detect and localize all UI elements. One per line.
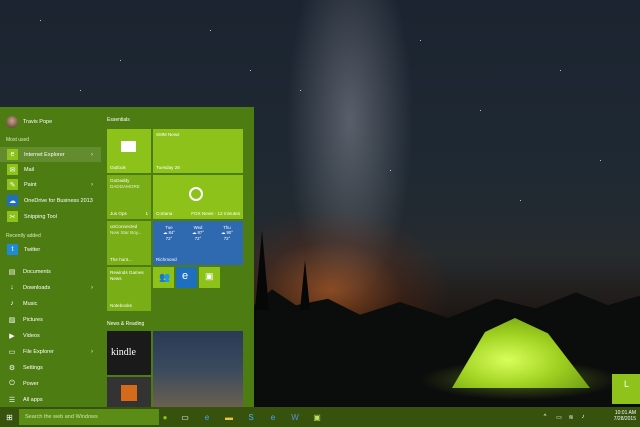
news-group-label: News & Reading xyxy=(107,321,145,327)
file-explorer-taskbar-icon[interactable]: ▬ xyxy=(222,407,236,427)
tile-cortana[interactable]: Cortana FOX News · 12 minutes xyxy=(153,175,243,219)
mountain-silhouette xyxy=(240,289,640,427)
chevron-right-icon[interactable]: › xyxy=(91,182,93,188)
tile-area: Essentials Outlook SMM News Tuesday 28 G… xyxy=(105,107,254,407)
app-snipping-tool[interactable]: ✂ Snipping Tool xyxy=(0,209,101,224)
avatar xyxy=(6,116,18,128)
tile-edge[interactable]: e xyxy=(176,267,197,288)
place-pictures[interactable]: ▨ Pictures xyxy=(0,312,101,327)
task-view-icon[interactable]: ▭ xyxy=(178,407,192,427)
people-icon: 👥 xyxy=(159,272,171,282)
pictures-icon: ▨ xyxy=(8,316,16,324)
tile-calendar[interactable]: SMM News Tuesday 28 xyxy=(153,129,243,173)
tile-reading-app[interactable] xyxy=(107,377,151,407)
mail-icon: ✉ xyxy=(7,164,18,175)
taskbar: ⊞ Search the web and Windows ● ▭ e ▬ S e… xyxy=(0,407,640,427)
chevron-right-icon[interactable]: › xyxy=(91,285,93,291)
word-icon[interactable]: W xyxy=(288,407,302,427)
most-used-label: Most used xyxy=(6,137,30,143)
place-file-explorer[interactable]: ▭ File Explorer › xyxy=(0,344,101,359)
tile-weather[interactable]: Tue ☁ 84° 72° Wed ☁ 87° 72° Thu ☁ 90° 72° Rich… xyxy=(153,221,243,265)
chevron-up-icon[interactable]: ^ xyxy=(540,407,550,427)
chevron-right-icon[interactable]: › xyxy=(91,349,93,355)
store-icon: ▣ xyxy=(205,271,214,281)
app-mail[interactable]: ✉ Mail xyxy=(0,162,101,177)
file-explorer-icon: ▭ xyxy=(8,348,16,356)
recently-added-label: Recently added xyxy=(6,233,41,239)
tile-kindle[interactable]: kindle xyxy=(107,331,151,375)
user-name: Travis Pope xyxy=(23,119,53,125)
videos-icon: ▶ xyxy=(9,332,15,340)
settings-icon: ⚙ xyxy=(8,364,16,372)
search-input[interactable]: Search the web and Windows xyxy=(19,409,159,425)
downloads-icon: ↓ xyxy=(10,284,14,291)
edge-taskbar-icon[interactable]: e xyxy=(200,407,214,427)
app-twitter[interactable]: t Twitter xyxy=(0,242,101,257)
store-taskbar-icon[interactable]: ▣ xyxy=(310,407,324,427)
skype-icon[interactable]: S xyxy=(244,407,258,427)
chevron-right-icon[interactable]: › xyxy=(91,152,93,158)
volume-icon[interactable]: ♪ xyxy=(578,407,588,427)
twitter-icon: t xyxy=(7,244,18,255)
system-clock[interactable]: 10:01 AM 7/28/2015 xyxy=(596,410,636,422)
mail-icon xyxy=(121,141,136,152)
music-icon: ♪ xyxy=(10,300,14,307)
tile-godaddy[interactable]: GoDaddy DADDAMORE Jus Ops 1 xyxy=(107,175,151,219)
app-onedrive-business[interactable]: ☁ OneDrive for Business 2013 xyxy=(0,193,101,208)
tile-store[interactable]: ▣ xyxy=(199,267,220,288)
tile-photos[interactable] xyxy=(153,331,243,407)
wifi-icon[interactable]: ≋ xyxy=(566,407,576,427)
ie-taskbar-icon[interactable]: e xyxy=(266,407,280,427)
internet-explorer-icon: e xyxy=(7,149,18,160)
place-downloads[interactable]: ↓ Downloads › xyxy=(0,280,101,295)
app-internet-explorer[interactable]: e Internet Explorer › xyxy=(0,147,101,162)
weather-day-thu: Thu ☁ 90° 72° xyxy=(221,225,233,241)
paint-icon: ✎ xyxy=(7,179,18,190)
tile-outlook[interactable]: Outlook xyxy=(107,129,151,173)
documents-icon: ▤ xyxy=(8,268,16,276)
start-left-column: Travis Pope Most used e Internet Explore… xyxy=(0,107,101,407)
essentials-group-label: Essentials xyxy=(107,117,130,123)
tile-unconnected[interactable]: unConnected New Star Boy... The hunt... xyxy=(107,221,151,265)
microphone-icon[interactable]: ● xyxy=(160,407,170,427)
notification-tile[interactable]: L xyxy=(612,374,640,404)
tile-games-news[interactable]: Rewinds Games News Notebooks xyxy=(107,267,151,311)
place-music[interactable]: ♪ Music xyxy=(0,296,101,311)
tile-people[interactable]: 👥 xyxy=(153,267,174,288)
weather-day-tue: Tue ☁ 84° 72° xyxy=(163,225,175,241)
windows-logo-icon[interactable]: ⊞ xyxy=(0,407,19,427)
place-videos[interactable]: ▶ Videos xyxy=(0,328,101,343)
onedrive-icon: ☁ xyxy=(7,195,18,206)
cortana-circle-icon xyxy=(189,187,203,201)
place-settings[interactable]: ⚙ Settings xyxy=(0,360,101,375)
start-menu: Travis Pope Most used e Internet Explore… xyxy=(0,107,254,407)
power-icon: ⏻ xyxy=(9,379,15,387)
app-paint[interactable]: ✎ Paint › xyxy=(0,177,101,192)
edge-icon: e xyxy=(182,270,189,282)
scissors-icon: ✂ xyxy=(7,211,18,222)
place-power[interactable]: ⏻ Power xyxy=(0,376,101,391)
battery-icon[interactable]: ▭ xyxy=(554,407,564,427)
all-apps-icon: ☰ xyxy=(8,396,16,404)
weather-day-wed: Wed ☁ 87° 72° xyxy=(192,225,204,241)
place-documents[interactable]: ▤ Documents xyxy=(0,264,101,279)
user-account[interactable]: Travis Pope xyxy=(6,115,52,129)
place-all-apps[interactable]: ☰ All apps xyxy=(0,392,101,407)
book-icon xyxy=(121,385,137,401)
